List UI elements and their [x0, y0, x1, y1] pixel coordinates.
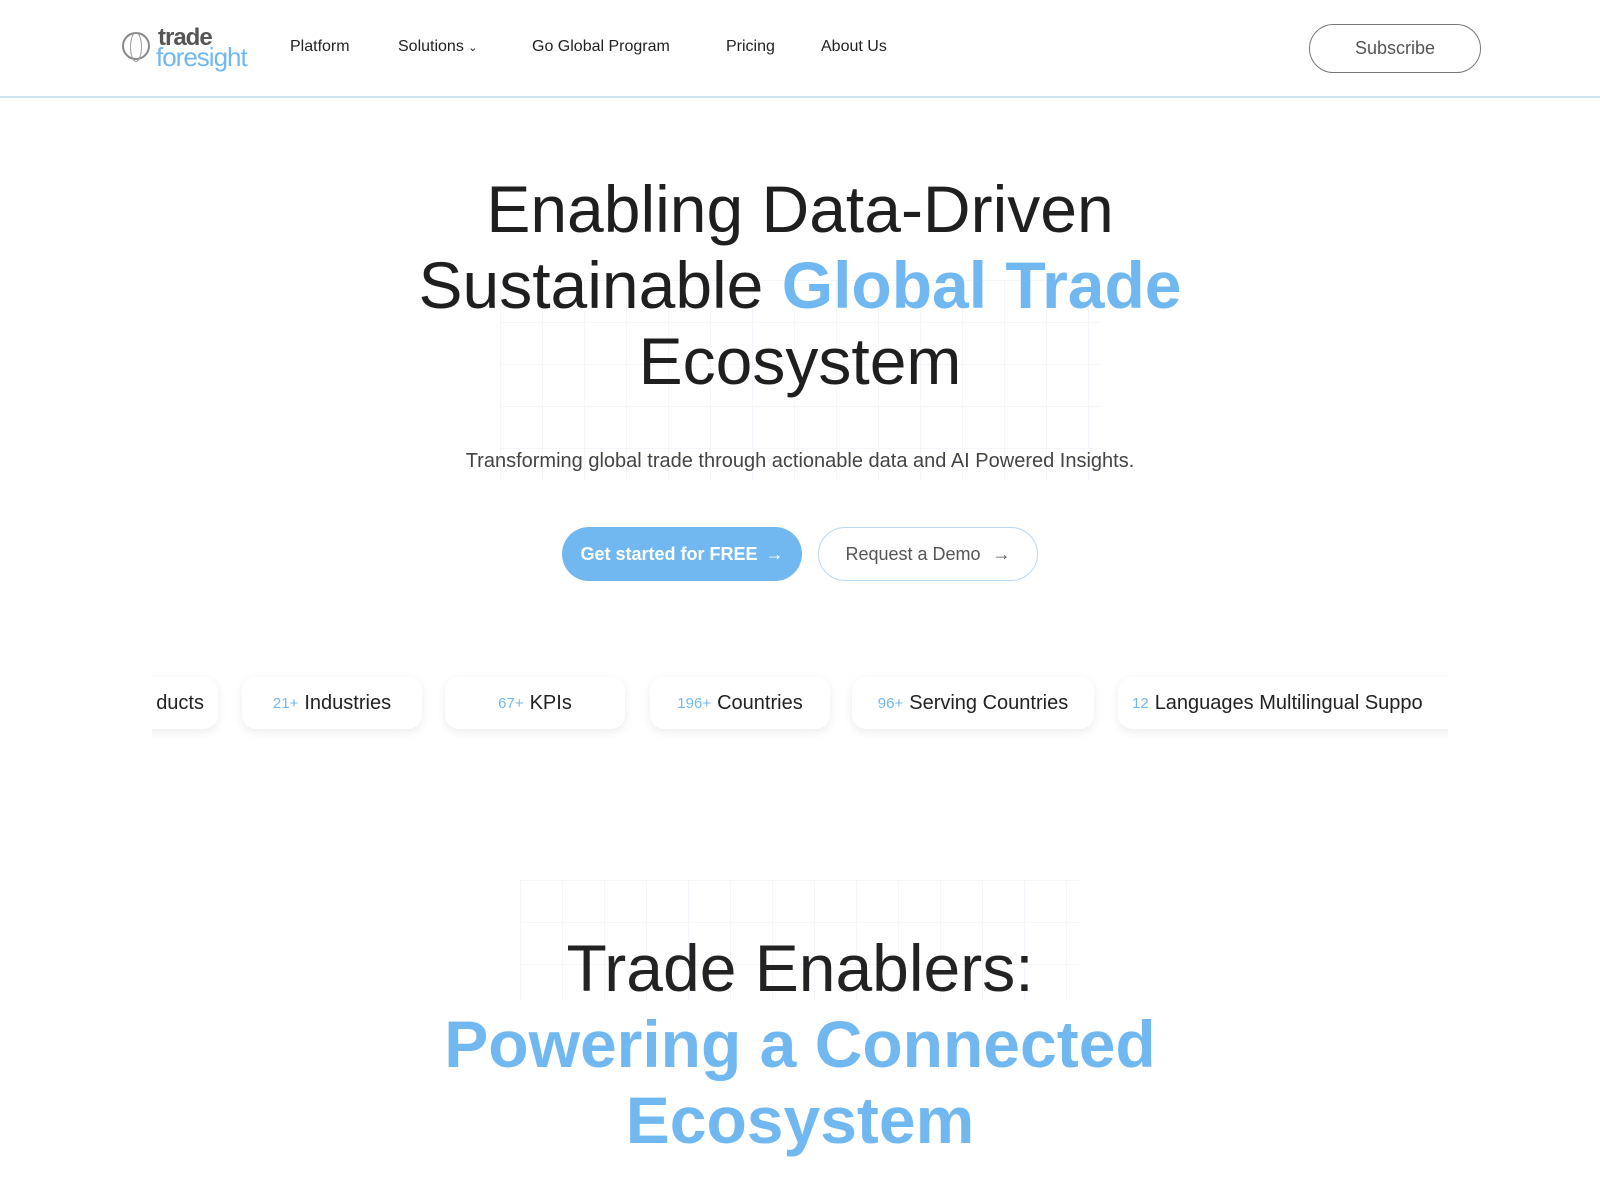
request-demo-button[interactable]: Request a Demo →	[818, 527, 1038, 581]
arrow-right-icon: →	[992, 543, 1011, 564]
nav-go-global[interactable]: Go Global Program	[532, 38, 670, 56]
enablers-title-line3: Ecosystem	[625, 1083, 975, 1157]
logo-text-bottom: foresight	[156, 42, 248, 72]
nav-about[interactable]: About Us	[821, 38, 887, 56]
hero-title-line3: Ecosystem	[638, 324, 962, 398]
stat-label: ducts	[156, 691, 204, 714]
stat-card: 196+ Countries	[650, 677, 830, 729]
stat-card: 67+ KPIs	[445, 677, 625, 729]
hero-title-plain: Sustainable	[418, 248, 782, 322]
globe-icon	[122, 32, 150, 62]
hero-title-line1: Enabling Data-Driven	[486, 172, 1114, 246]
subscribe-button[interactable]: Subscribe	[1309, 24, 1481, 73]
stat-number: 96+	[877, 694, 904, 712]
hero-subtitle: Transforming global trade through action…	[465, 450, 1135, 472]
logo[interactable]: trade foresight	[120, 24, 252, 72]
stat-number: 21+	[272, 694, 299, 712]
arrow-right-icon: →	[765, 543, 784, 564]
stat-number: 12	[1132, 694, 1149, 712]
stat-card: 12 Languages Multilingual Suppo	[1118, 677, 1448, 729]
stat-label: Serving Countries	[909, 691, 1069, 714]
get-started-label: Get started for FREE	[580, 543, 758, 564]
hero-title-line2: Sustainable Global Trade	[0, 246, 1600, 324]
stat-card: 96+ Serving Countries	[852, 677, 1094, 729]
hero-title-accent: Global Trade	[781, 248, 1182, 322]
top-nav: trade foresight Platform Solutions ⌄ Go …	[0, 0, 1600, 98]
stat-number: 67+	[498, 694, 524, 712]
stat-label: Languages Multilingual Suppo	[1154, 691, 1423, 714]
stat-label: KPIs	[529, 691, 572, 714]
request-demo-label: Request a Demo	[845, 543, 981, 564]
stat-number: 196+	[677, 694, 712, 712]
stats-marquee: ducts 21+ Industries 67+ KPIs 196+ Countrie…	[152, 670, 1448, 740]
stat-card: ducts	[152, 677, 218, 729]
nav-platform[interactable]: Platform	[290, 38, 350, 56]
stat-label: Countries	[717, 691, 803, 714]
nav-solutions-label: Solutions	[398, 38, 464, 55]
enablers-title-line2: Powering a Connected	[444, 1007, 1156, 1081]
enablers-title-line1: Trade Enablers:	[566, 931, 1034, 1005]
chevron-down-icon: ⌄	[468, 42, 478, 54]
get-started-button[interactable]: Get started for FREE →	[562, 527, 802, 581]
nav-pricing[interactable]: Pricing	[726, 38, 775, 56]
stat-label: Industries	[304, 691, 392, 714]
nav-solutions[interactable]: Solutions ⌄	[398, 38, 478, 56]
stat-card: 21+ Industries	[242, 677, 422, 729]
